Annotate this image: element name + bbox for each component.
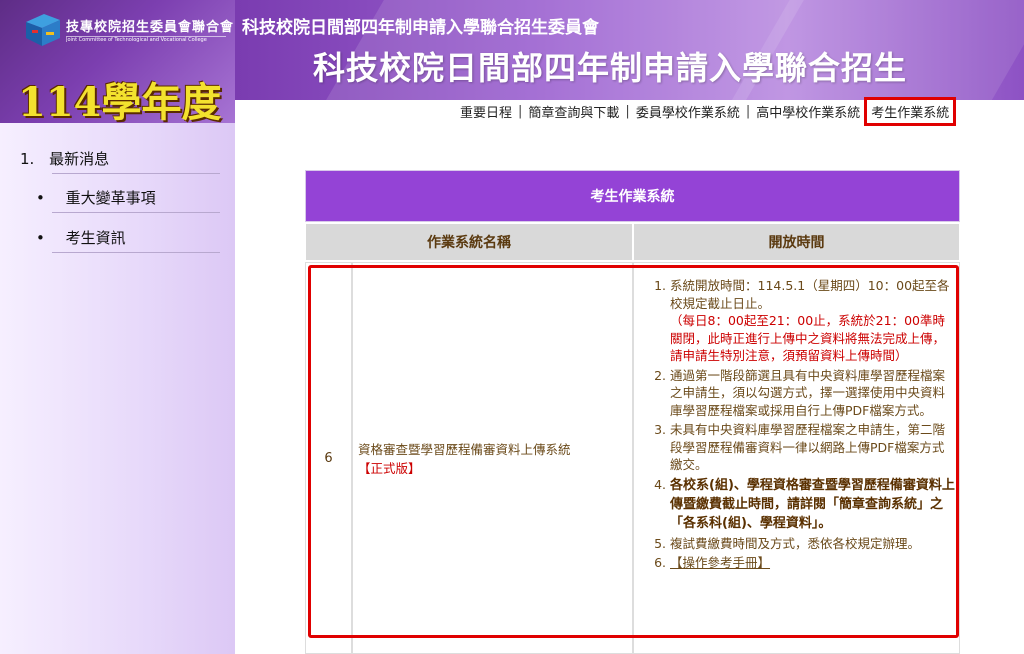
banner-left: 技專校院招生委員會聯合會 Joint Committee of Technolo… (0, 0, 235, 126)
open-time-list: 系統開放時間：114.5.1（星期四）10：00起至各校規定截止日止。 （每日8… (656, 277, 955, 572)
system-name[interactable]: 資格審查暨學習歷程備審資料上傳系統 (358, 439, 632, 458)
nav-separator: | (745, 104, 751, 119)
list-item: 複試費繳費時間及方式，悉依各校規定辦理。 (670, 535, 955, 553)
divider (52, 212, 220, 213)
committee-logo-icon (26, 14, 60, 46)
nav-separator: | (625, 104, 630, 119)
list-item: 系統開放時間：114.5.1（星期四）10：00起至各校規定截止日止。 （每日8… (670, 277, 955, 365)
nav-high-school-system[interactable]: 高中學校作業系統 (756, 102, 860, 121)
sidebar-item-news[interactable]: 1. 最新消息 (20, 148, 109, 169)
list-item-note: （每日8：00起至21：00止，系統於21：00準時關閉，此時正進行上傳中之資料… (670, 313, 946, 363)
sidebar-item-label: 重大變革事項 (65, 189, 156, 207)
page-title: 科技校院日間部四年制申請入學聯合招生 (313, 49, 908, 87)
sidebar-item-number: 1. (20, 150, 35, 168)
sidebar-item-label: 最新消息 (49, 150, 110, 168)
nav-separator: | (518, 104, 523, 119)
manual-link[interactable]: 【操作參考手冊】 (670, 555, 770, 570)
column-header-name: 作業系統名稱 (305, 223, 633, 261)
table-title: 考生作業系統 (305, 170, 960, 222)
site-header: 技專校院招生委員會聯合會 Joint Committee of Technolo… (0, 0, 1024, 126)
list-item-text: 複試費繳費時間及方式，悉依各校規定辦理。 (670, 535, 921, 551)
list-item: 未具有中央資料庫學習歷程檔案之申請生，第二階段學習歷程備審資料一律以網路上傳PD… (670, 421, 955, 474)
committee-logo-subtext: Joint Committee of Technological and Voc… (66, 36, 226, 43)
nav-important-schedule[interactable]: 重要日程 (460, 102, 512, 121)
system-name-cell: 資格審查暨學習歷程備審資料上傳系統 【正式版】 (352, 262, 633, 654)
list-item: 各校系(組)、學程資格審查暨學習歷程備審資料上傳暨繳費截止時間，請詳閱「簡章查詢… (670, 476, 955, 533)
sidebar: 1. 最新消息 • 重大變革事項 • 考生資訊 (0, 123, 235, 654)
column-header-time: 開放時間 (633, 223, 960, 261)
nav-notch (440, 100, 460, 123)
top-navigation: 重要日程 | 簡章查詢與下載 | 委員學校作業系統 | 高中學校作業系統 考生作… (460, 97, 1024, 126)
divider (52, 252, 220, 253)
list-item-text: 未具有中央資料庫學習歷程檔案之申請生，第二階段學習歷程備審資料一律以網路上傳PD… (670, 422, 946, 472)
nav-member-school-system[interactable]: 委員學校作業系統 (636, 102, 740, 121)
list-item-text: 各校系(組)、學程資格審查暨學習歷程備審資料上傳暨繳費截止時間，請詳閱「簡章查詢… (670, 477, 955, 531)
sidebar-item-applicant-info[interactable]: • 考生資訊 (36, 227, 126, 248)
row-number: 6 (305, 262, 352, 654)
bullet-icon: • (36, 189, 45, 207)
bullet-icon: • (36, 229, 45, 247)
list-item: 通過第一階段篩選且具有中央資料庫學習歷程檔案之申請生，須以勾選方式，擇一選擇使用… (670, 367, 955, 420)
table-row: 6 資格審查暨學習歷程備審資料上傳系統 【正式版】 系統開放時間：114.5.1… (305, 262, 960, 654)
open-time-cell: 系統開放時間：114.5.1（星期四）10：00起至各校規定截止日止。 （每日8… (633, 262, 960, 654)
academic-year-label: 114學年度 (18, 79, 222, 126)
divider (52, 173, 220, 174)
sidebar-item-label: 考生資訊 (65, 229, 126, 247)
committee-logo-text: 技專校院招生委員會聯合會 (66, 20, 235, 35)
committee-title: 科技校院日間部四年制申請入學聯合招生委員會 (242, 18, 599, 38)
nav-brochure-download[interactable]: 簡章查詢與下載 (528, 102, 619, 121)
list-item: 【操作參考手冊】 (670, 554, 955, 572)
sidebar-item-major-changes[interactable]: • 重大變革事項 (36, 187, 156, 208)
list-item-text: 通過第一階段篩選且具有中央資料庫學習歷程檔案之申請生，須以勾選方式，擇一選擇使用… (670, 367, 946, 418)
list-item-text: 系統開放時間：114.5.1（星期四）10：00起至各校規定截止日止。 (670, 278, 950, 311)
nav-applicant-system[interactable]: 考生作業系統 (864, 97, 957, 126)
version-tag[interactable]: 【正式版】 (358, 458, 632, 477)
